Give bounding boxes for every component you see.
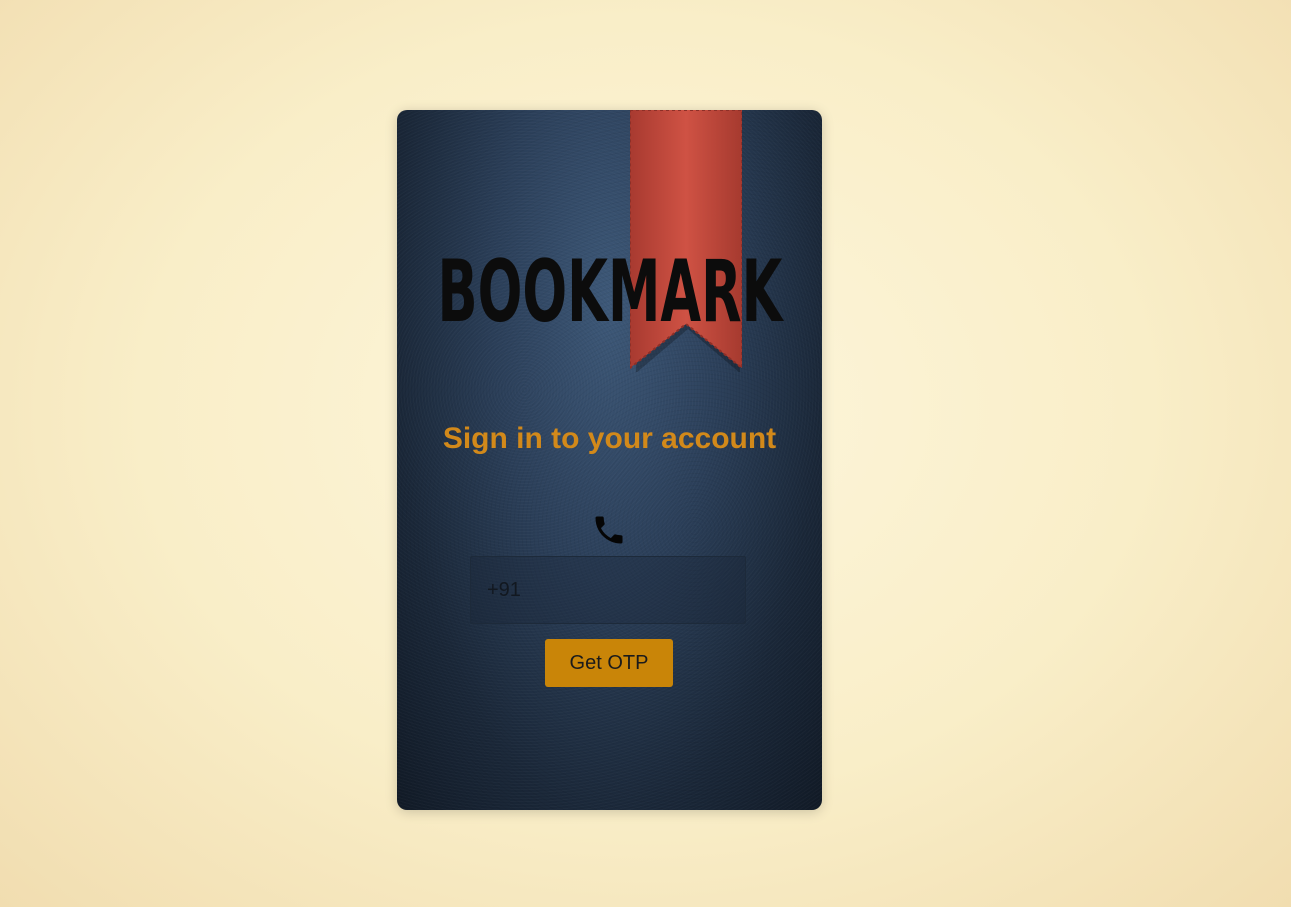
page-title: Sign in to your account bbox=[442, 422, 777, 455]
phone-icon bbox=[595, 516, 623, 544]
login-card: BOOKMARK Sign in to your account Get OTP bbox=[397, 110, 822, 810]
bookmark-logo: BOOKMARK bbox=[438, 242, 785, 342]
logo-text: BOOKMARK bbox=[438, 242, 785, 342]
get-otp-button[interactable]: Get OTP bbox=[545, 639, 673, 687]
phone-number-input[interactable] bbox=[470, 556, 746, 624]
